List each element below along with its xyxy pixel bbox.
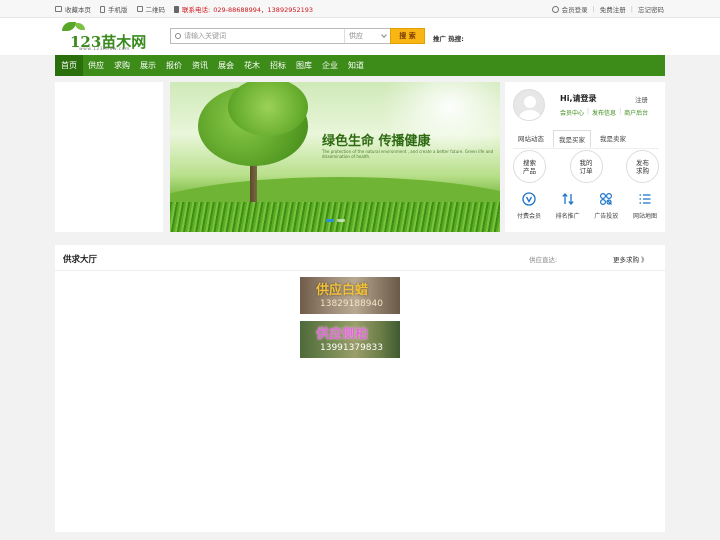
- vip-icon: [522, 192, 536, 206]
- ranking-promo-label: 排名推广: [555, 213, 580, 220]
- paid-member-link[interactable]: 付费会员: [511, 192, 547, 220]
- hero-banner[interactable]: 绿色生命 传播健康 The protection of the natural …: [170, 82, 500, 232]
- banner-grass: [170, 202, 500, 232]
- carousel-dot[interactable]: [337, 219, 345, 222]
- forgot-password-link[interactable]: 忘记密码: [638, 4, 664, 14]
- search-box: 供应: [170, 28, 391, 44]
- merchant-backend-link[interactable]: 商户后台: [624, 108, 648, 117]
- nav-item-quotes[interactable]: 报价: [161, 55, 187, 76]
- nav-item-purchase[interactable]: 求购: [109, 55, 135, 76]
- ad-placement-link[interactable]: 广告投放: [588, 192, 624, 220]
- qrcode-link[interactable]: 二维码: [136, 4, 165, 14]
- ad-banner-baila[interactable]: 供应白蜡 13829188940: [300, 277, 400, 314]
- avatar-head: [524, 96, 536, 108]
- avatar-body: [519, 110, 541, 120]
- nav-item-exhibition[interactable]: 展会: [213, 55, 239, 76]
- ad-title: 供应白蜡: [316, 283, 369, 298]
- member-center-link[interactable]: 会员中心: [560, 108, 584, 117]
- leaf-icon: [62, 22, 76, 31]
- contact-phone: 联系电话: 029-88688994，13892952193: [174, 4, 313, 14]
- user-icon: [551, 5, 559, 13]
- tab-seller[interactable]: 我是卖家: [595, 130, 631, 148]
- nav-item-knowledge[interactable]: 知道: [343, 55, 369, 76]
- nav-item-gallery[interactable]: 图库: [291, 55, 317, 76]
- nav-item-news[interactable]: 资讯: [187, 55, 213, 76]
- nav-item-companies[interactable]: 企业: [317, 55, 343, 76]
- site-logo[interactable]: 123苗木网 www.123mmw.com: [60, 22, 146, 53]
- leaf-icon: [75, 23, 85, 30]
- ranking-promo-link[interactable]: 排名推广: [550, 192, 586, 220]
- register-link[interactable]: 注册: [635, 94, 648, 104]
- category-panel: [55, 82, 163, 232]
- supply-direct-label: 供应直达:: [529, 256, 558, 264]
- banner-slogan: 绿色生命 传播健康: [322, 134, 431, 149]
- ad-phone: 13829188940: [320, 299, 383, 309]
- separator: |: [592, 5, 595, 13]
- tab-site-news[interactable]: 网站动态: [513, 130, 549, 148]
- nav-item-showcase[interactable]: 展示: [135, 55, 161, 76]
- my-orders-label: 我的 订单: [579, 158, 593, 175]
- main-nav: 首页 供应 求购 展示 报价 资讯 展会 花木 招标 图库 企业 知道: [55, 55, 665, 76]
- header: 123苗木网 www.123mmw.com 供应 搜 索 推广 热搜:: [0, 18, 720, 55]
- ad-grid-icon: [600, 192, 613, 206]
- list-icon: [639, 194, 651, 204]
- search-type-select[interactable]: 供应: [344, 29, 390, 43]
- login-link[interactable]: 会员登录: [551, 4, 588, 14]
- tab-buyer[interactable]: 我是买家: [553, 130, 591, 148]
- avatar: [513, 89, 545, 121]
- nav-item-bidding[interactable]: 招标: [265, 55, 291, 76]
- search-type-value: 供应: [349, 32, 363, 40]
- supply-demand-section: 供求大厅 供应直达: 更多求购 》 供应白蜡 13829188940 供应侧柏 …: [55, 245, 665, 532]
- nav-item-flowers[interactable]: 花木: [239, 55, 265, 76]
- quick-links: 会员中心 | 发布信息 | 商户后台: [560, 108, 648, 117]
- my-orders-button[interactable]: 我的 订单: [569, 150, 603, 183]
- mobile-link[interactable]: 手机版: [100, 4, 128, 14]
- search-input[interactable]: [184, 32, 339, 40]
- search-products-label: 搜索 产品: [523, 158, 536, 175]
- ad-banner-cebai[interactable]: 供应侧柏 13991379833: [300, 321, 400, 358]
- sitemap-label: 网站地图: [632, 213, 657, 220]
- user-tabs: 网站动态 我是买家 我是卖家: [513, 130, 659, 149]
- separator: |: [587, 108, 590, 115]
- register-link[interactable]: 免费注册: [600, 4, 626, 14]
- sitemap-link[interactable]: 网站地图: [627, 192, 663, 220]
- nav-item-home[interactable]: 首页: [55, 55, 83, 76]
- separator: |: [630, 5, 633, 13]
- nav-item-supply[interactable]: 供应: [83, 55, 109, 76]
- separator: |: [619, 108, 622, 115]
- top-bar-right: 会员登录 | 免费注册 | 忘记密码: [551, 4, 664, 14]
- section-title: 供求大厅: [63, 255, 98, 265]
- qrcode-icon: [136, 6, 143, 12]
- carousel-dot[interactable]: [326, 219, 334, 222]
- paid-member-label: 付费会员: [516, 213, 541, 220]
- search-button[interactable]: 搜 索: [390, 28, 425, 44]
- ad-placement-label: 广告投放: [594, 213, 619, 220]
- service-icons: 付费会员 排名推广 广告投放 网站地图: [511, 192, 663, 220]
- phone-icon: [174, 5, 179, 13]
- more-purchase-link[interactable]: 更多求购 》: [613, 254, 648, 264]
- post-purchase-button[interactable]: 发布 求购: [626, 150, 659, 183]
- search-icon: [175, 33, 181, 39]
- logo-domain: www.123mmw.com: [79, 47, 130, 52]
- chevron-down-icon: [381, 32, 387, 38]
- top-bar-left: 收藏本页 手机版 二维码 联系电话: 029-88688994，138929521…: [55, 4, 313, 14]
- hot-search-label: 推广 热搜:: [433, 35, 464, 43]
- user-panel: Hi,请登录 注册 会员中心 | 发布信息 | 商户后台 网站动态 我是买家 我…: [505, 82, 665, 232]
- buyer-actions: 搜索 产品 我的 订单 发布 求购: [513, 150, 663, 183]
- bookmark-link[interactable]: 收藏本页: [55, 4, 91, 14]
- sort-arrows-icon: [561, 193, 574, 205]
- bookmark-icon: [55, 6, 62, 12]
- ad-title: 供应侧柏: [316, 327, 369, 342]
- login-greeting[interactable]: Hi,请登录: [560, 93, 596, 104]
- banner-subtext: The protection of the natural environmen…: [322, 149, 494, 159]
- carousel-dots: [326, 219, 345, 222]
- post-purchase-label: 发布 求购: [636, 158, 649, 175]
- top-bar: 收藏本页 手机版 二维码 联系电话: 029-88688994，138929521…: [0, 0, 720, 18]
- publish-info-link[interactable]: 发布信息: [592, 108, 616, 117]
- mobile-icon: [100, 5, 105, 13]
- ad-phone: 13991379833: [320, 343, 383, 353]
- search-products-button[interactable]: 搜索 产品: [513, 150, 546, 183]
- section-header: 供求大厅 供应直达: 更多求购 》: [55, 245, 665, 271]
